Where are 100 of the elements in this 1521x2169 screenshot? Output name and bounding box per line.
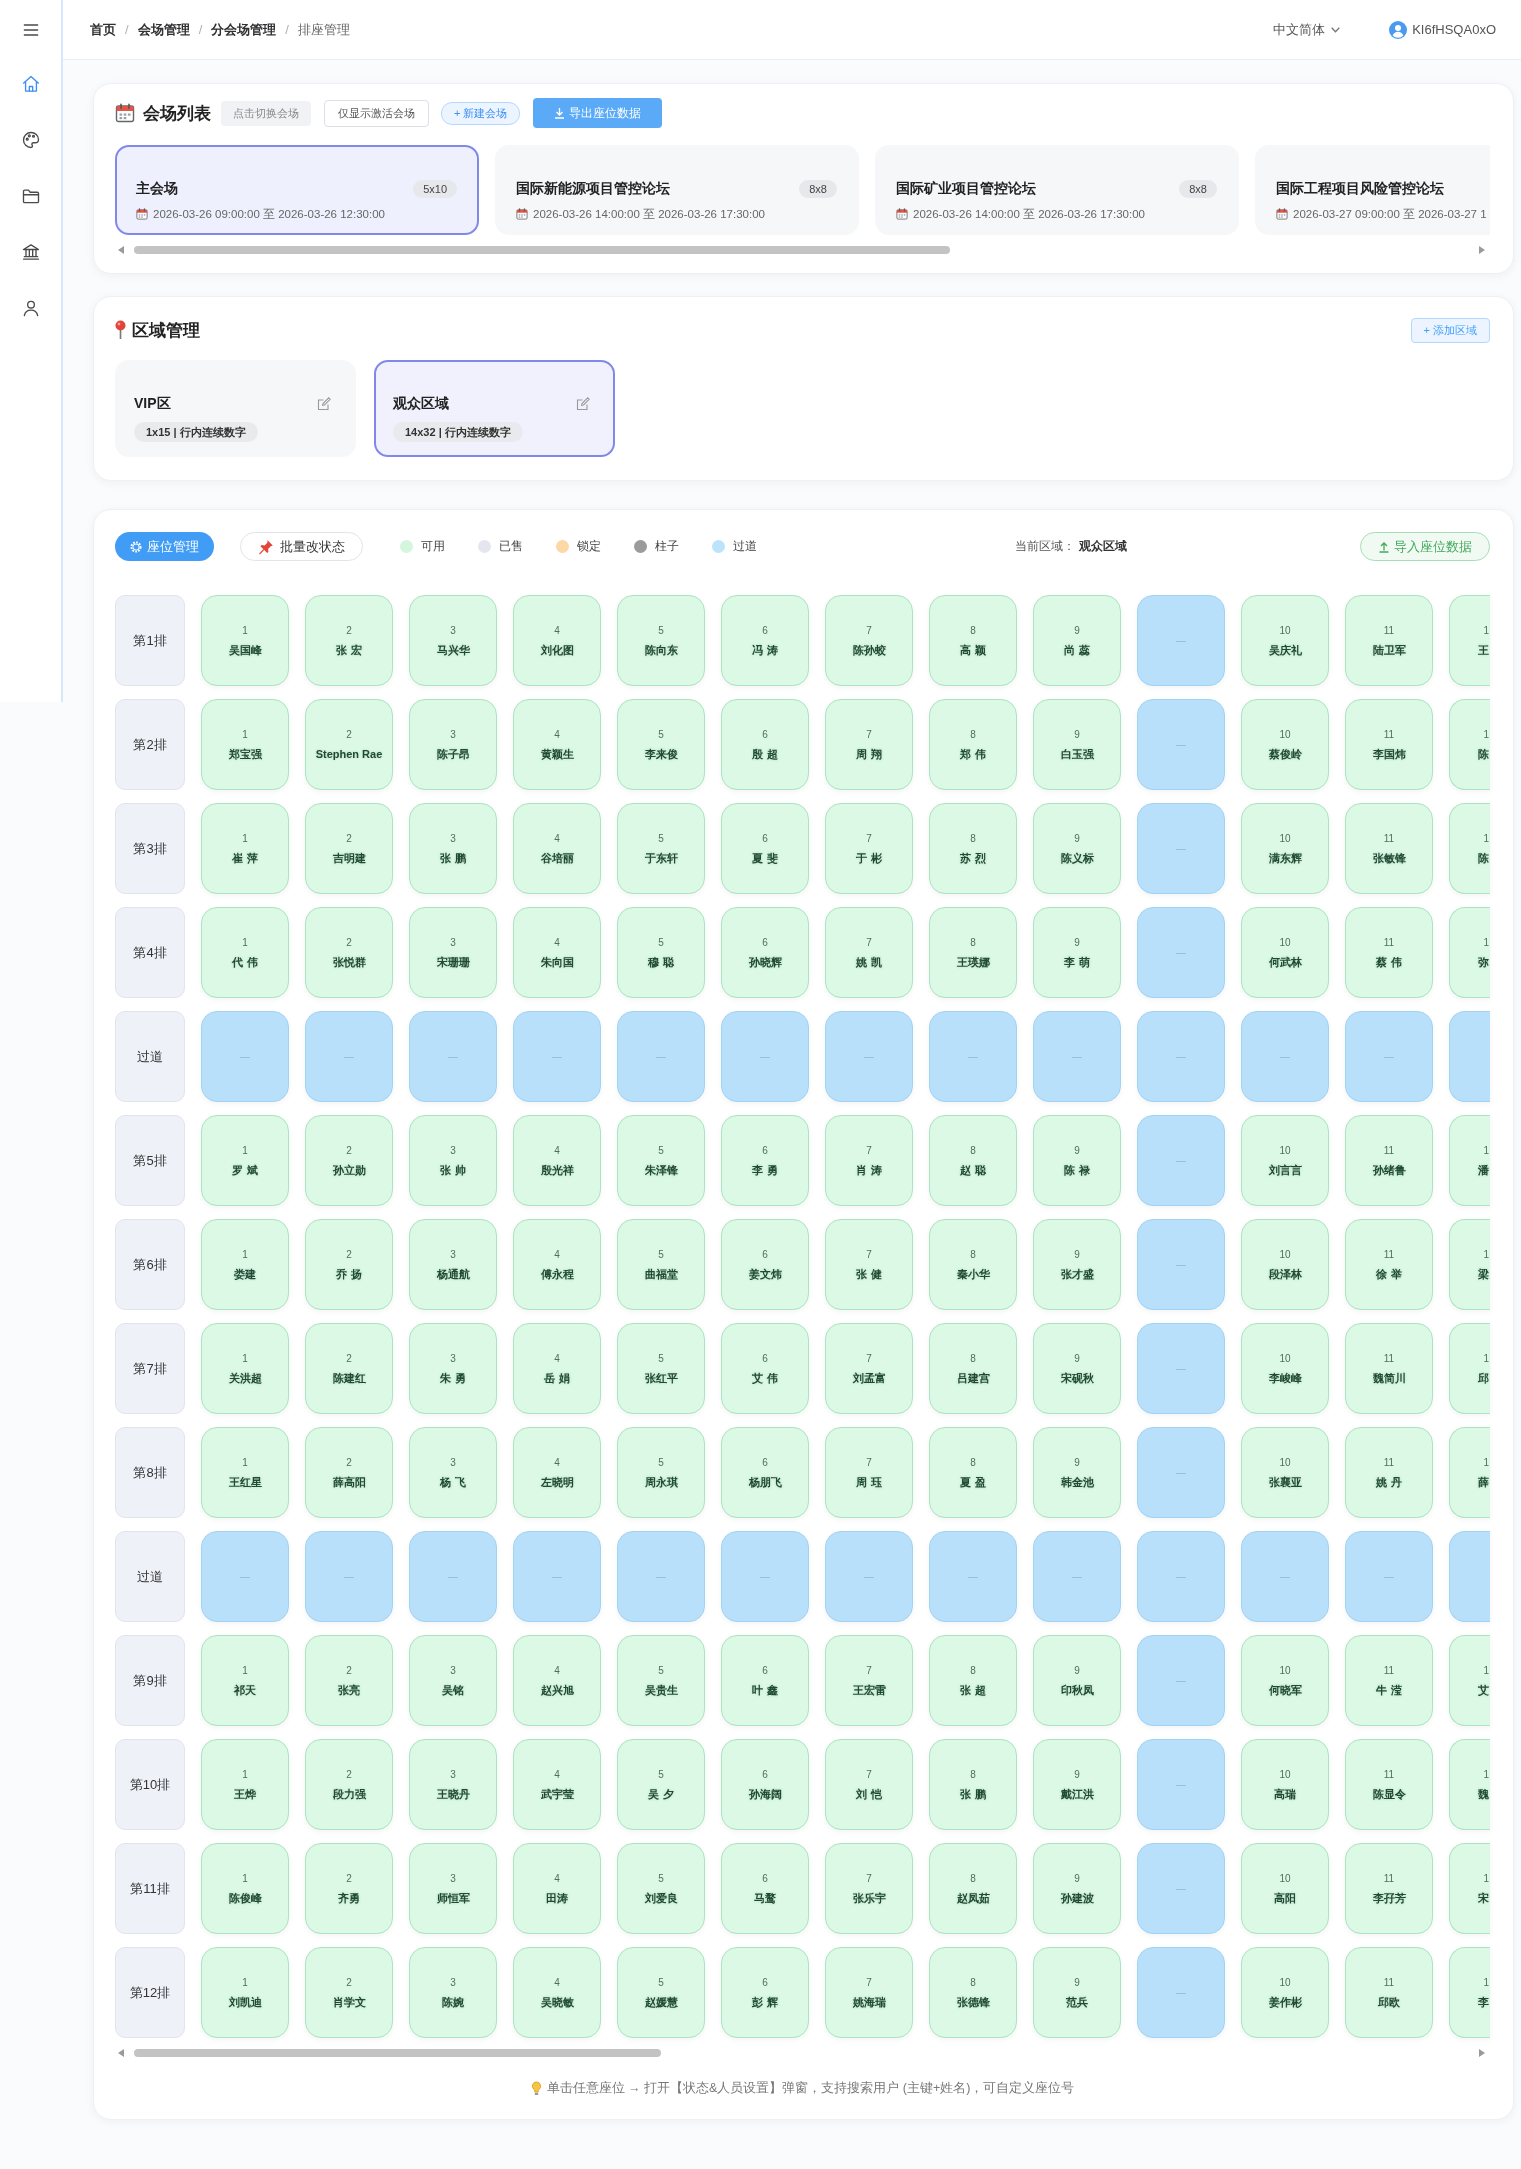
seat[interactable]: 7 周 翔 [825, 699, 913, 790]
seat[interactable]: 8 王瑛娜 [929, 907, 1017, 998]
seat[interactable]: 1 陈俊峰 [201, 1843, 289, 1934]
seat[interactable]: 1 王红星 [201, 1427, 289, 1518]
seat[interactable]: 4 谷培丽 [513, 803, 601, 894]
seat[interactable]: 4 田涛 [513, 1843, 601, 1934]
seat[interactable]: 5 陈向东 [617, 595, 705, 686]
seat[interactable]: 5 赵媛慧 [617, 1947, 705, 2038]
edit-icon[interactable] [317, 397, 331, 411]
seat[interactable]: 2 齐勇 [305, 1843, 393, 1934]
seat[interactable]: 7 刘孟富 [825, 1323, 913, 1414]
zone-card[interactable]: VIP区 1x15 | 行内连续数字 [115, 360, 356, 457]
seat[interactable]: 5 吴 夕 [617, 1739, 705, 1830]
seat[interactable]: 1 梁 [1449, 1219, 1490, 1310]
seat[interactable]: 11 邱欧 [1345, 1947, 1433, 2038]
venue-card[interactable]: 国际新能源项目管控论坛 8x8 2026-03-26 14:00:00 至 2026-03-26 17:30:00 [495, 145, 859, 235]
seat[interactable]: 3 张 鹏 [409, 803, 497, 894]
seat[interactable]: 1 李 [1449, 1947, 1490, 2038]
seat[interactable]: 10 吴庆礼 [1241, 595, 1329, 686]
seat[interactable]: 4 赵兴旭 [513, 1635, 601, 1726]
seat[interactable]: 9 宋砚秋 [1033, 1323, 1121, 1414]
seat[interactable]: 7 姚海瑞 [825, 1947, 913, 2038]
seat[interactable]: 2 张悦群 [305, 907, 393, 998]
seat[interactable]: 1 陈 [1449, 699, 1490, 790]
seat[interactable]: 5 吴贵生 [617, 1635, 705, 1726]
seat[interactable]: 6 姜文炜 [721, 1219, 809, 1310]
palette-icon[interactable] [20, 130, 41, 150]
seat[interactable]: 1 陈 [1449, 803, 1490, 894]
seat[interactable]: 6 杨朋飞 [721, 1427, 809, 1518]
seat[interactable]: 10 李峻峰 [1241, 1323, 1329, 1414]
filter-button[interactable]: 仅显示激活会场 [324, 99, 429, 127]
aisle-seat[interactable] [1449, 1011, 1490, 1102]
scrollbar-thumb[interactable] [134, 2049, 661, 2057]
seat[interactable]: 8 吕建宫 [929, 1323, 1017, 1414]
seat[interactable]: 1 潘 [1449, 1115, 1490, 1206]
seat[interactable]: 1 刘凯迪 [201, 1947, 289, 2038]
seat[interactable]: 3 杨通航 [409, 1219, 497, 1310]
seat[interactable]: 1 宋 [1449, 1843, 1490, 1934]
breadcrumb-link[interactable]: 首页 [90, 20, 116, 39]
zone-card[interactable]: 观众区域 14x32 | 行内连续数字 [374, 360, 615, 457]
venue-card[interactable]: 国际工程项目风险管控论坛 2026-03-27 09:00:00 至 2026-03-27 1 [1255, 145, 1490, 235]
seat[interactable]: 8 秦小华 [929, 1219, 1017, 1310]
home-icon[interactable] [20, 74, 41, 94]
seat[interactable]: 11 陈显令 [1345, 1739, 1433, 1830]
seat[interactable]: 10 高瑞 [1241, 1739, 1329, 1830]
seat[interactable]: 8 夏 盈 [929, 1427, 1017, 1518]
seat[interactable]: 4 殷光祥 [513, 1115, 601, 1206]
venue-card[interactable]: 国际矿业项目管控论坛 8x8 2026-03-26 14:00:00 至 2026-03-26 17:30:00 [875, 145, 1239, 235]
seat[interactable]: 6 李 勇 [721, 1115, 809, 1206]
seat[interactable]: 7 陈孙蛟 [825, 595, 913, 686]
scrollbar-thumb[interactable] [134, 246, 950, 254]
seat[interactable]: 9 张才盛 [1033, 1219, 1121, 1310]
seat[interactable]: 9 陈 禄 [1033, 1115, 1121, 1206]
seat[interactable]: 10 蔡俊岭 [1241, 699, 1329, 790]
seat[interactable]: 4 武宇莹 [513, 1739, 601, 1830]
seat[interactable]: 1 关洪超 [201, 1323, 289, 1414]
seat[interactable]: 1 郑宝强 [201, 699, 289, 790]
seat[interactable]: 1 王烨 [201, 1739, 289, 1830]
seat[interactable]: 5 周永琪 [617, 1427, 705, 1518]
seat[interactable]: 8 郑 伟 [929, 699, 1017, 790]
seat[interactable]: 6 殷 超 [721, 699, 809, 790]
seat[interactable]: 5 曲福堂 [617, 1219, 705, 1310]
seat[interactable]: 11 李国炜 [1345, 699, 1433, 790]
scroll-left-icon[interactable] [118, 2049, 124, 2057]
scroll-right-icon[interactable] [1479, 2049, 1485, 2057]
seat[interactable]: 8 赵 聪 [929, 1115, 1017, 1206]
seat[interactable]: 8 张德锋 [929, 1947, 1017, 2038]
seat[interactable]: 3 宋珊珊 [409, 907, 497, 998]
seat[interactable]: 10 何晓军 [1241, 1635, 1329, 1726]
seat[interactable]: 4 傅永程 [513, 1219, 601, 1310]
seat[interactable]: 9 尚 蕊 [1033, 595, 1121, 686]
seat[interactable]: 9 白玉强 [1033, 699, 1121, 790]
seat[interactable]: 6 彭 辉 [721, 1947, 809, 2038]
seat[interactable]: 2 陈建红 [305, 1323, 393, 1414]
seat[interactable]: 3 吴铭 [409, 1635, 497, 1726]
seat[interactable]: 7 肖 涛 [825, 1115, 913, 1206]
seat[interactable]: 10 段泽林 [1241, 1219, 1329, 1310]
seat[interactable]: 5 穆 聪 [617, 907, 705, 998]
username[interactable]: KI6fHSQA0xO [1412, 22, 1496, 37]
seat[interactable]: 2 张亮 [305, 1635, 393, 1726]
seat[interactable]: 2 乔 扬 [305, 1219, 393, 1310]
seat[interactable]: 6 夏 斐 [721, 803, 809, 894]
seat[interactable]: 1 代 伟 [201, 907, 289, 998]
seat[interactable]: 7 张 健 [825, 1219, 913, 1310]
seat[interactable]: 7 于 彬 [825, 803, 913, 894]
language-selector[interactable]: 中文简体 [1273, 20, 1341, 39]
seat[interactable]: 6 艾 伟 [721, 1323, 809, 1414]
seat[interactable]: 2 薛高阳 [305, 1427, 393, 1518]
seat[interactable]: 3 张 帅 [409, 1115, 497, 1206]
seat[interactable]: 3 陈婉 [409, 1947, 497, 2038]
seat[interactable]: 6 孙晓辉 [721, 907, 809, 998]
seat[interactable]: 2 吉明建 [305, 803, 393, 894]
scroll-left-icon[interactable] [118, 246, 124, 254]
seat[interactable]: 7 张乐宇 [825, 1843, 913, 1934]
seat[interactable]: 1 王 [1449, 595, 1490, 686]
seat[interactable]: 1 弥 [1449, 907, 1490, 998]
seat[interactable]: 9 陈义标 [1033, 803, 1121, 894]
seat[interactable]: 4 刘化图 [513, 595, 601, 686]
seat[interactable]: 10 高阳 [1241, 1843, 1329, 1934]
seat[interactable]: 7 王宏雷 [825, 1635, 913, 1726]
